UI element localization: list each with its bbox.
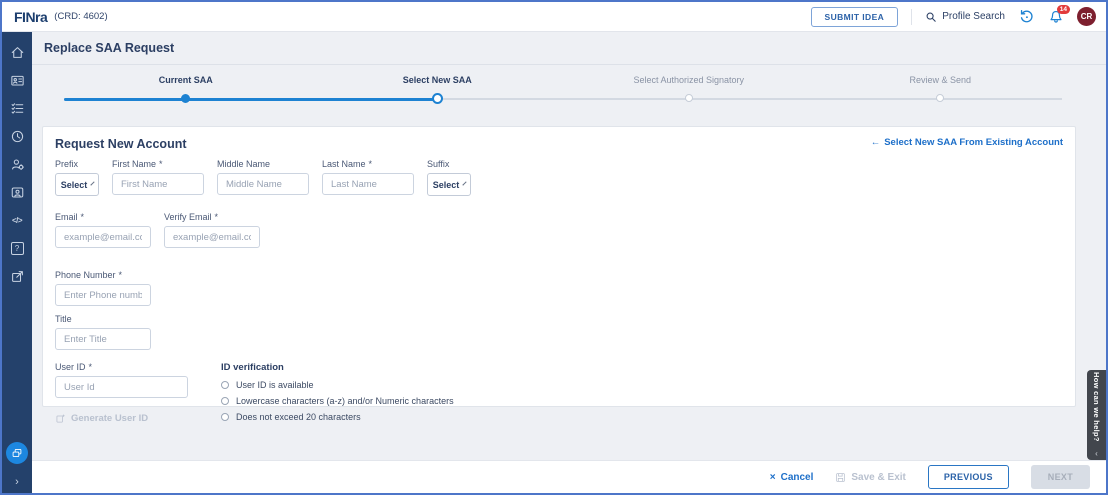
submit-idea-button[interactable]: SUBMIT IDEA	[811, 7, 899, 27]
title-field[interactable]	[55, 328, 151, 350]
main-content: Replace SAA Request Current SAA Select N…	[32, 32, 1106, 493]
chevron-down-icon	[91, 181, 95, 185]
step-dot-upcoming	[685, 94, 693, 102]
chevron-left-icon: ‹	[1095, 449, 1098, 458]
step-review-send: Review & Send	[815, 75, 1067, 104]
progress-stepper: Current SAA Select New SAA Select Author…	[32, 65, 1106, 116]
radio-icon[interactable]	[221, 397, 229, 405]
help-question-icon[interactable]: ?	[9, 240, 25, 256]
email-field[interactable]	[55, 226, 151, 248]
save-exit-button[interactable]: Save & Exit	[835, 472, 905, 483]
required-marker: *	[119, 270, 123, 280]
radio-icon[interactable]	[221, 413, 229, 421]
middle-name-label: Middle Name	[217, 159, 309, 169]
required-marker: *	[369, 159, 373, 169]
step-dot-upcoming	[936, 94, 944, 102]
profile-search-label: Profile Search	[942, 11, 1005, 22]
radio-icon[interactable]	[221, 381, 229, 389]
prefix-select[interactable]: Select	[55, 173, 99, 196]
select-existing-account-link[interactable]: ← Select New SAA From Existing Account	[871, 137, 1063, 148]
recent-history-icon[interactable]	[1018, 8, 1035, 25]
id-rule-characters: Lowercase characters (a-z) and/or Numeri…	[221, 396, 454, 406]
quick-panel-button[interactable]	[6, 442, 28, 464]
crd-label: (CRD: 4602)	[54, 11, 107, 22]
suffix-select[interactable]: Select	[427, 173, 471, 196]
home-icon[interactable]	[9, 44, 25, 60]
last-name-field[interactable]	[322, 173, 414, 195]
step-dot-current	[432, 93, 443, 104]
generate-user-id-button[interactable]: Generate User ID	[55, 413, 188, 424]
email-label: Email*	[55, 212, 151, 222]
required-marker: *	[215, 212, 219, 222]
verify-email-label: Verify Email*	[164, 212, 260, 222]
step-select-new-saa: Select New SAA	[312, 75, 564, 104]
middle-name-field[interactable]	[217, 173, 309, 195]
page-title: Replace SAA Request	[32, 32, 1106, 65]
team-icon[interactable]	[9, 184, 25, 200]
header-divider	[911, 9, 912, 25]
suffix-label: Suffix	[427, 159, 471, 169]
prefix-label: Prefix	[55, 159, 99, 169]
top-header: FINra (CRD: 4602) SUBMIT IDEA Profile Se…	[2, 2, 1106, 32]
first-name-field[interactable]	[112, 173, 204, 195]
notifications-bell-icon[interactable]: 14	[1048, 9, 1064, 25]
id-rule-length: Does not exceed 20 characters	[221, 412, 454, 422]
external-link-icon[interactable]	[9, 268, 25, 284]
sidebar-expand-chevron[interactable]: ›	[2, 473, 32, 491]
last-name-label: Last Name*	[322, 159, 414, 169]
step-current-saa: Current SAA	[60, 75, 312, 104]
back-arrow-icon: ←	[871, 137, 881, 148]
checklist-icon[interactable]	[9, 100, 25, 116]
code-icon[interactable]: </>	[9, 212, 25, 228]
footer-action-bar: × Cancel Save & Exit PREVIOUS NEXT	[32, 460, 1106, 493]
title-label: Title	[55, 314, 151, 324]
user-settings-icon[interactable]	[9, 156, 25, 172]
help-tab-label: How can we help?	[1092, 372, 1101, 442]
user-id-label: User ID*	[55, 362, 188, 372]
required-marker: *	[159, 159, 163, 169]
id-verification-group: ID verification User ID is available Low…	[221, 362, 454, 428]
required-marker: *	[89, 362, 93, 372]
app-window: FINra (CRD: 4602) SUBMIT IDEA Profile Se…	[2, 2, 1106, 493]
step-dot-completed	[181, 94, 190, 103]
user-id-field[interactable]	[55, 376, 188, 398]
user-avatar[interactable]: CR	[1077, 7, 1096, 26]
generate-icon	[55, 413, 66, 424]
cancel-button[interactable]: × Cancel	[770, 472, 814, 483]
first-name-label: First Name*	[112, 159, 204, 169]
profile-search[interactable]: Profile Search	[925, 11, 1005, 23]
clock-history-icon[interactable]	[9, 128, 25, 144]
help-tab[interactable]: How can we help? ‹	[1087, 370, 1106, 460]
phone-field[interactable]	[55, 284, 151, 306]
chevron-down-icon	[463, 181, 467, 185]
previous-button[interactable]: PREVIOUS	[928, 465, 1009, 489]
close-icon: ×	[770, 472, 776, 483]
step-select-authorized-signatory: Select Authorized Signatory	[563, 75, 815, 104]
notification-badge: 14	[1057, 5, 1070, 14]
search-icon	[925, 11, 937, 23]
id-rule-available: User ID is available	[221, 380, 454, 390]
next-button[interactable]: NEXT	[1031, 465, 1090, 489]
left-sidebar-nav: </> ? ›	[2, 32, 32, 493]
verify-email-field[interactable]	[164, 226, 260, 248]
request-new-account-card: Request New Account ← Select New SAA Fro…	[42, 126, 1076, 407]
save-icon	[835, 472, 846, 483]
card-title: Request New Account	[55, 137, 187, 151]
id-verification-title: ID verification	[221, 362, 454, 373]
phone-label: Phone Number*	[55, 270, 151, 280]
required-marker: *	[81, 212, 85, 222]
id-card-icon[interactable]	[9, 72, 25, 88]
finra-logo: FINra	[14, 9, 47, 25]
